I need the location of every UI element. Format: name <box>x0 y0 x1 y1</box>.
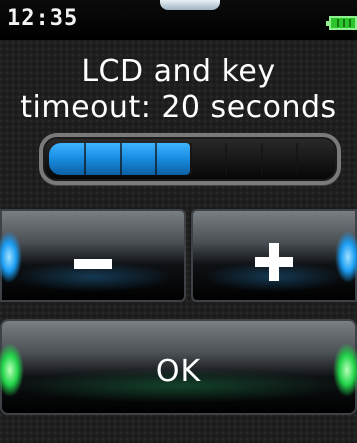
ok-label: OK <box>155 353 202 389</box>
increase-button[interactable] <box>191 209 357 302</box>
top-handle <box>160 0 220 10</box>
plus-icon <box>255 242 293 281</box>
setting-title: LCD and key timeout: 20 seconds <box>0 54 357 126</box>
device-screen: 12:35 LCD and key timeout: 20 seconds OK <box>0 0 357 443</box>
battery-segment <box>337 19 339 27</box>
level-segment-divider <box>84 143 86 175</box>
battery-segment <box>349 19 351 27</box>
level-segment-divider <box>296 143 298 175</box>
level-segment-divider <box>190 143 192 175</box>
status-bar: 12:35 <box>0 0 357 40</box>
battery-full-icon <box>326 16 357 30</box>
level-segment-divider <box>225 143 227 175</box>
battery-segment <box>343 19 345 27</box>
minus-icon <box>74 258 112 269</box>
level-segment-divider <box>155 143 157 175</box>
ok-button[interactable]: OK <box>0 319 357 415</box>
level-segment-divider <box>120 143 122 175</box>
setting-title-line2: timeout: 20 seconds <box>20 90 337 125</box>
setting-title-line1: LCD and key <box>81 54 276 89</box>
level-segment-divider <box>261 143 263 175</box>
clock-time: 12:35 <box>7 6 79 31</box>
timeout-level-bar <box>39 133 341 185</box>
decrease-button[interactable] <box>0 209 186 302</box>
